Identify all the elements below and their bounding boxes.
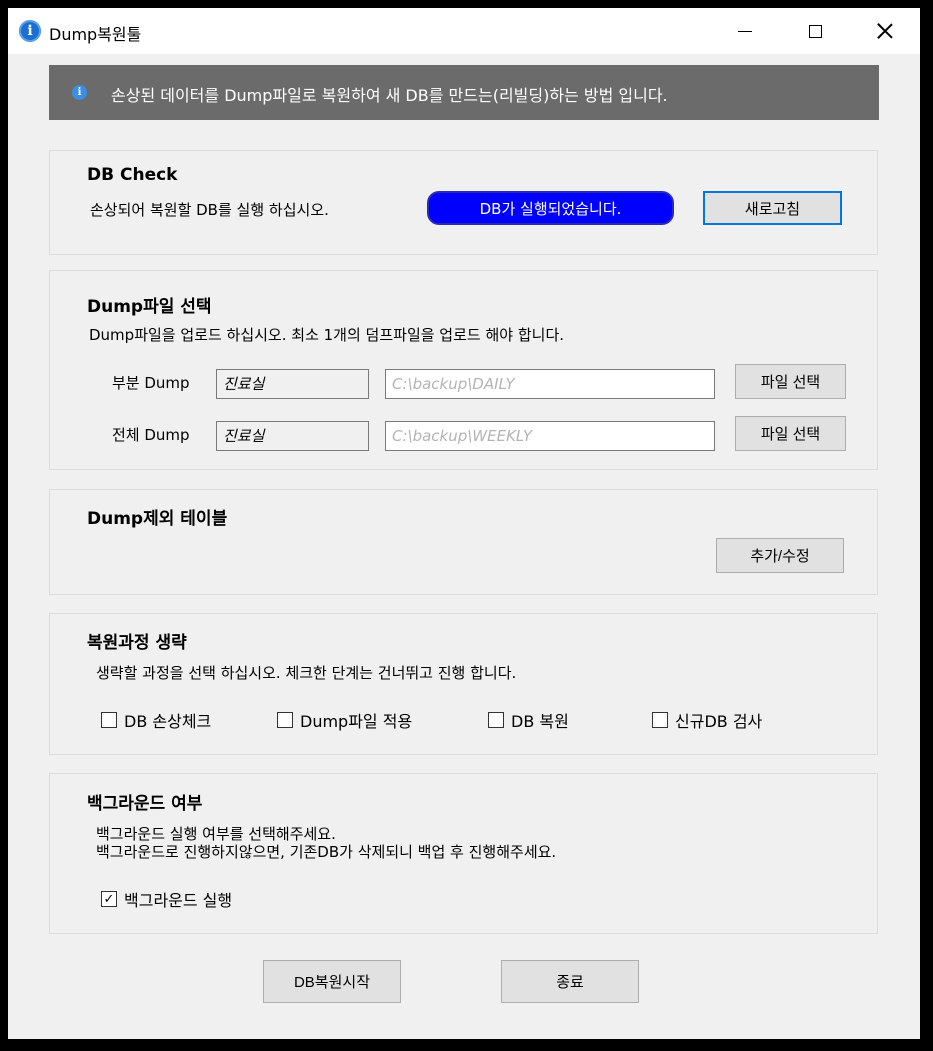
app-window: i Dump복원툴 i 손상된 데이터를 Dump파일로 복원하여 새 DB를 … — [8, 8, 920, 1039]
checkbox-label: 신규DB 검사 — [675, 712, 763, 731]
checkmark-icon: ✓ — [101, 891, 117, 907]
full-dump-name-field: 진료실 — [216, 421, 369, 451]
checkbox-label: Dump파일 적용 — [300, 712, 413, 731]
skip-db-restore-checkbox[interactable]: DB 복원 — [488, 708, 569, 732]
background-title: 백그라운드 여부 — [87, 794, 203, 814]
checkbox-label: 백그라운드 실행 — [124, 891, 233, 910]
background-desc-2: 백그라운드로 진행하지않으면, 기존DB가 삭제되니 백업 후 진행해주세요. — [96, 843, 557, 861]
skip-new-db-check-checkbox[interactable]: 신규DB 검사 — [652, 708, 762, 732]
minimize-icon — [738, 30, 752, 32]
minimize-button[interactable] — [710, 8, 780, 54]
full-dump-label: 전체 Dump — [112, 426, 190, 444]
exit-button[interactable]: 종료 — [501, 960, 639, 1003]
skip-db-damage-check-checkbox[interactable]: DB 손상체크 — [101, 708, 211, 732]
info-icon: i — [19, 20, 41, 42]
background-group: 백그라운드 여부 백그라운드 실행 여부를 선택해주세요. 백그라운드로 진행하… — [49, 773, 878, 934]
db-check-desc: 손상되어 복원할 DB를 실행 하십시오. — [90, 201, 329, 219]
checkbox-label: DB 복원 — [511, 712, 569, 731]
exclude-tables-group: Dump제외 테이블 추가/수정 — [49, 489, 878, 595]
db-check-group: DB Check 손상되어 복원할 DB를 실행 하십시오. DB가 실행되었습… — [49, 150, 878, 255]
db-status-badge: DB가 실행되었습니다. — [427, 191, 674, 225]
partial-dump-file-select-button[interactable]: 파일 선택 — [735, 364, 846, 399]
maximize-button[interactable] — [780, 8, 850, 54]
close-icon — [877, 23, 893, 39]
checkbox-label: DB 손상체크 — [124, 712, 212, 731]
checkbox-icon — [652, 712, 668, 728]
partial-dump-name-field: 진료실 — [216, 369, 369, 399]
dump-select-group: Dump파일 선택 Dump파일을 업로드 하십시오. 최소 1개의 덤프파일을… — [49, 270, 878, 470]
window-title: Dump복원툴 — [49, 25, 142, 44]
dump-select-desc: Dump파일을 업로드 하십시오. 최소 1개의 덤프파일을 업로드 해야 합니… — [89, 326, 565, 344]
db-check-title: DB Check — [87, 165, 178, 185]
partial-dump-label: 부분 Dump — [112, 374, 190, 392]
checkbox-icon — [277, 712, 293, 728]
checkbox-icon — [488, 712, 504, 728]
close-button[interactable] — [850, 8, 920, 54]
background-run-checkbox[interactable]: ✓ 백그라운드 실행 — [101, 887, 232, 911]
info-banner: i 손상된 데이터를 Dump파일로 복원하여 새 DB를 만드는(리빌딩)하는… — [49, 65, 879, 120]
skip-steps-desc: 생략할 과정을 선택 하십시오. 체크한 단계는 건너뛰고 진행 합니다. — [96, 664, 517, 682]
skip-dump-apply-checkbox[interactable]: Dump파일 적용 — [277, 708, 412, 732]
exclude-tables-title: Dump제외 테이블 — [87, 509, 228, 529]
partial-dump-path-field[interactable]: C:\backup\DAILY — [385, 369, 715, 399]
skip-steps-group: 복원과정 생략 생략할 과정을 선택 하십시오. 체크한 단계는 건너뛰고 진행… — [49, 613, 878, 755]
checkbox-icon — [101, 712, 117, 728]
start-restore-button[interactable]: DB복원시작 — [263, 960, 401, 1003]
dump-select-title: Dump파일 선택 — [87, 297, 212, 317]
refresh-button[interactable]: 새로고침 — [703, 191, 842, 225]
add-edit-button[interactable]: 추가/수정 — [716, 538, 844, 573]
banner-text: 손상된 데이터를 Dump파일로 복원하여 새 DB를 만드는(리빌딩)하는 방… — [111, 86, 668, 105]
full-dump-file-select-button[interactable]: 파일 선택 — [735, 416, 846, 451]
maximize-icon — [808, 24, 822, 38]
full-dump-path-field[interactable]: C:\backup\WEEKLY — [385, 421, 715, 451]
skip-steps-title: 복원과정 생략 — [87, 633, 187, 653]
title-bar: i Dump복원툴 — [8, 8, 920, 54]
info-icon: i — [72, 85, 87, 100]
